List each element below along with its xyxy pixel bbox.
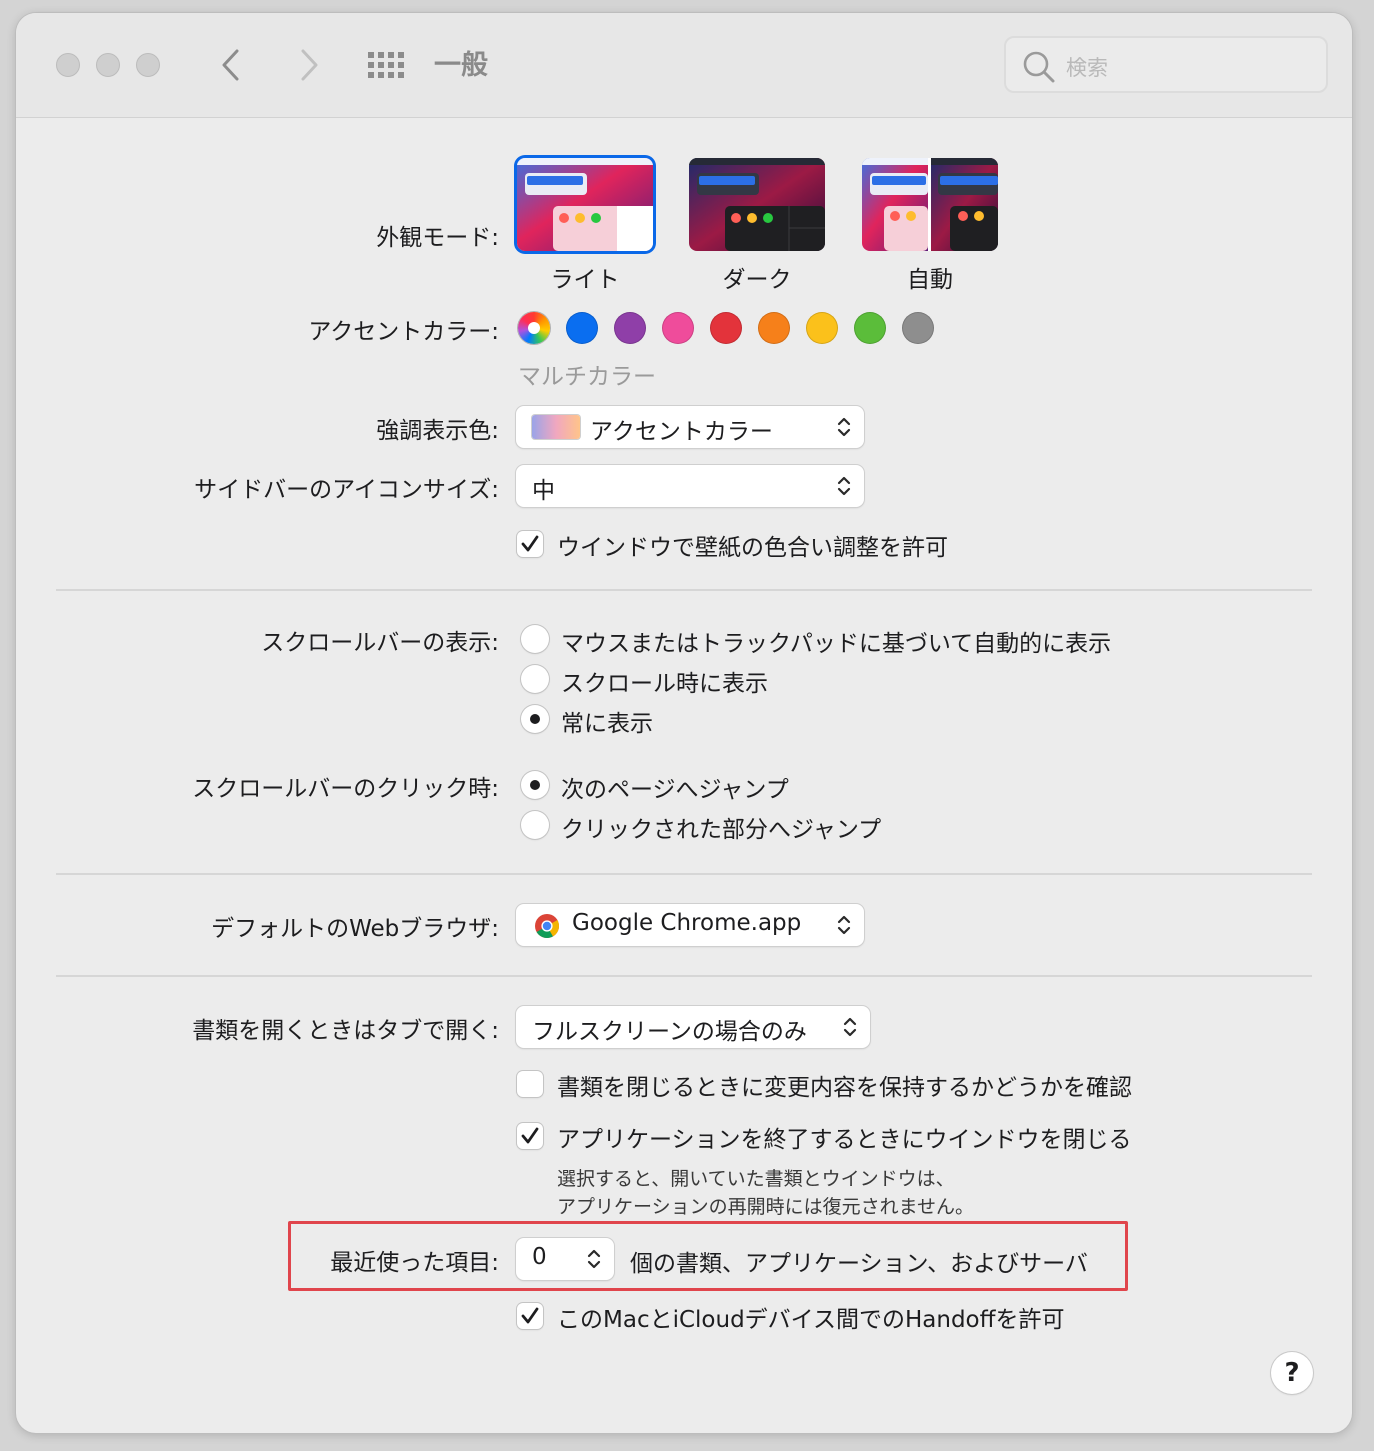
chevron-up-down-icon	[837, 915, 851, 935]
appearance-dark-label: ダーク	[722, 267, 792, 293]
highlight-color-popup[interactable]: アクセントカラー	[516, 406, 864, 448]
scroll-when-scrolling-label[interactable]: スクロール時に表示	[561, 664, 768, 698]
recent-items-popup[interactable]: 0	[516, 1238, 614, 1280]
accent-orange-swatch[interactable]	[758, 312, 790, 344]
general-preferences-window: 一般 検索 外観モード: ライト ダーク 自動 アクセントカラー: マルチカラー…	[16, 13, 1352, 1433]
recent-items-label: 最近使った項目:	[330, 1250, 499, 1276]
search-field[interactable]: 検索	[1004, 36, 1328, 93]
sidebar-icon-size-popup[interactable]: 中	[516, 465, 864, 507]
appearance-light-option[interactable]	[517, 158, 653, 251]
jump-clicked-spot-label[interactable]: クリックされた部分へジャンプ	[561, 810, 881, 844]
recent-items-value: 0	[532, 1244, 547, 1270]
accent-multicolor-swatch[interactable]	[518, 312, 550, 344]
appearance-light-label: ライト	[550, 267, 620, 293]
divider	[56, 589, 1312, 591]
light-mode-thumbnail	[517, 158, 653, 251]
wallpaper-tinting-checkbox[interactable]	[517, 531, 543, 557]
default-browser-label: デフォルトのWebブラウザ:	[211, 916, 499, 942]
appearance-dark-option[interactable]	[689, 158, 825, 251]
sidebar-icon-size-label: サイドバーのアイコンサイズ:	[194, 477, 499, 503]
accent-red-swatch[interactable]	[710, 312, 742, 344]
help-button[interactable]: ?	[1271, 1352, 1313, 1394]
forward-button[interactable]	[288, 43, 328, 87]
close-window-button[interactable]	[56, 53, 80, 77]
accent-yellow-swatch[interactable]	[806, 312, 838, 344]
handoff-label[interactable]: このMacとiCloudデバイス間でのHandoffを許可	[557, 1300, 1064, 1334]
chrome-icon	[535, 914, 560, 939]
highlight-color-label: 強調表示色:	[376, 418, 499, 444]
checkmark-icon	[521, 1127, 539, 1144]
accent-green-swatch[interactable]	[854, 312, 886, 344]
minimize-window-button[interactable]	[96, 53, 120, 77]
highlight-color-preview	[532, 415, 580, 439]
accent-graphite-swatch[interactable]	[902, 312, 934, 344]
accent-pink-swatch[interactable]	[662, 312, 694, 344]
scroll-auto-radio[interactable]	[521, 625, 549, 653]
recent-items-suffix: 個の書類、アプリケーション、およびサーバ	[630, 1251, 1088, 1277]
prefer-tabs-popup[interactable]: フルスクリーンの場合のみ	[516, 1006, 870, 1048]
window-title: 一般	[434, 50, 488, 81]
jump-clicked-spot-radio[interactable]	[521, 811, 549, 839]
chevron-right-icon	[301, 49, 318, 81]
scroll-always-radio[interactable]	[521, 705, 549, 733]
search-placeholder: 検索	[1066, 56, 1108, 80]
scroll-auto-label[interactable]: マウスまたはトラックパッドに基づいて自動的に表示	[561, 624, 1111, 658]
grid-icon	[368, 52, 404, 78]
default-browser-value: Google Chrome.app	[572, 910, 802, 936]
zoom-window-button[interactable]	[136, 53, 160, 77]
appearance-auto-label: 自動	[907, 267, 953, 293]
show-all-button[interactable]	[367, 51, 405, 79]
ask-keep-changes-label[interactable]: 書類を閉じるときに変更内容を保持するかどうかを確認	[557, 1068, 1132, 1102]
accent-color-label: アクセントカラー:	[308, 319, 499, 345]
appearance-auto-option[interactable]	[862, 158, 998, 251]
jump-next-page-label[interactable]: 次のページへジャンプ	[561, 770, 789, 804]
handoff-checkbox[interactable]	[517, 1303, 543, 1329]
highlight-color-value: アクセントカラー	[590, 419, 773, 445]
chevron-up-down-icon	[837, 476, 851, 496]
chevron-up-down-icon	[843, 1017, 857, 1037]
back-button[interactable]	[212, 43, 252, 87]
divider	[56, 873, 1312, 875]
close-windows-note-line2: アプリケーションの再開時には復元されません。	[557, 1196, 975, 1218]
default-browser-popup[interactable]: Google Chrome.app	[516, 904, 864, 946]
jump-next-page-radio[interactable]	[521, 771, 549, 799]
scroll-when-scrolling-radio[interactable]	[521, 665, 549, 693]
checkmark-icon	[521, 535, 539, 552]
appearance-label: 外観モード:	[376, 225, 499, 251]
ask-keep-changes-checkbox[interactable]	[517, 1071, 543, 1097]
dark-mode-thumbnail	[689, 158, 825, 251]
chevron-left-icon	[222, 49, 239, 81]
close-windows-note-line1: 選択すると、開いていた書類とウインドウは、	[557, 1168, 955, 1190]
chevron-up-down-icon	[587, 1249, 601, 1269]
chevron-up-down-icon	[837, 417, 851, 437]
auto-mode-thumbnail	[862, 158, 998, 251]
accent-purple-swatch[interactable]	[614, 312, 646, 344]
show-scroll-bars-label: スクロールバーの表示:	[261, 630, 499, 656]
toolbar: 一般 検索	[16, 13, 1352, 118]
accent-blue-swatch[interactable]	[566, 312, 598, 344]
sidebar-icon-size-value: 中	[532, 478, 555, 504]
search-icon	[1023, 51, 1055, 83]
prefer-tabs-value: フルスクリーンの場合のみ	[532, 1019, 807, 1045]
close-windows-label[interactable]: アプリケーションを終了するときにウインドウを閉じる	[557, 1120, 1132, 1154]
accent-selected-name: マルチカラー	[518, 364, 656, 390]
divider	[56, 975, 1312, 977]
close-windows-checkbox[interactable]	[517, 1123, 543, 1149]
checkmark-icon	[521, 1307, 539, 1324]
wallpaper-tinting-label[interactable]: ウインドウで壁紙の色合い調整を許可	[557, 528, 948, 562]
scroll-always-label[interactable]: 常に表示	[561, 704, 653, 738]
prefer-tabs-label: 書類を開くときはタブで開く:	[192, 1018, 499, 1044]
click-scroll-bar-label: スクロールバーのクリック時:	[192, 776, 499, 802]
